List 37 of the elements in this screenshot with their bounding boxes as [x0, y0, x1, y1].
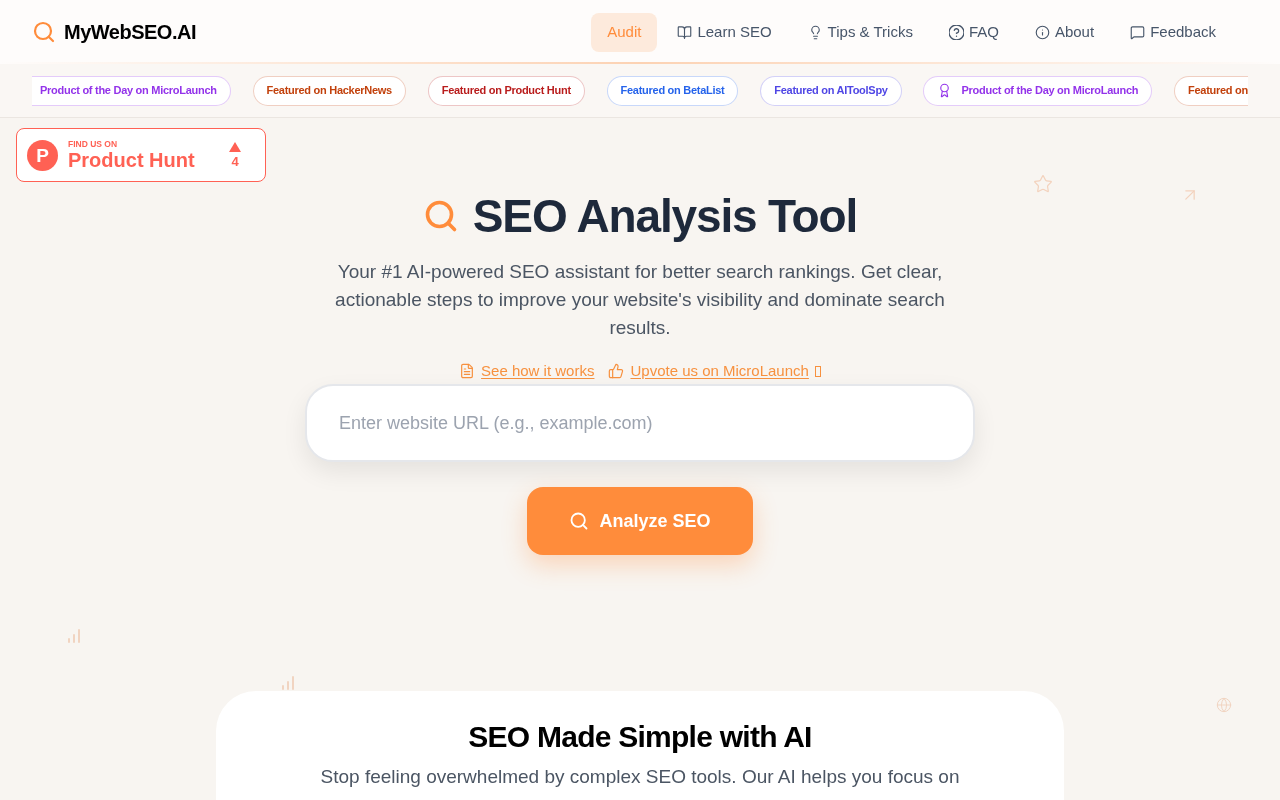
site-logo[interactable]: MyWebSEO.AI — [64, 17, 196, 47]
nav-link[interactable]: Learn SEO — [661, 12, 788, 52]
chat-bubble-icon — [1130, 24, 1146, 40]
eyebrow-text: FIND US ON — [68, 139, 119, 149]
url-input-field[interactable]: Enter website URL (e.g., example.com) — [305, 384, 975, 462]
search-icon — [569, 511, 590, 531]
featured-badge[interactable]: Featured on HackerNews — [252, 75, 406, 106]
search-logo-icon — [32, 20, 56, 44]
featured-badge[interactable]: Product of the Day on MicroLaunch — [923, 75, 1153, 106]
featured-badge[interactable]: Product of the Day on MicroLaunch — [32, 75, 231, 106]
featured-badge[interactable]: Featured on Product Hunt — [427, 75, 585, 106]
vote-count: 4 — [231, 154, 239, 169]
section-heading: SEO Made Simple with AI — [468, 719, 812, 755]
featured-badge[interactable]: Featured on — [1174, 75, 1248, 106]
page-title: SEO Analysis Tool — [472, 190, 858, 242]
info-icon — [1034, 24, 1050, 40]
nav-link[interactable]: FAQ — [932, 12, 1015, 52]
product-hunt-name: Product Hunt — [68, 149, 195, 171]
document-icon — [459, 363, 476, 379]
featured-badge[interactable]: Featured on BetaList — [606, 75, 739, 106]
thumbs-up-icon — [608, 363, 625, 379]
product-hunt-badge[interactable]: P FIND US ON Product Hunt 4 — [16, 128, 266, 182]
bar-chart-icon — [282, 676, 294, 690]
globe-icon — [1216, 697, 1232, 713]
star-icon — [1033, 174, 1053, 194]
nav-link[interactable]: Tips & Tricks — [791, 12, 929, 52]
missing-glyph-icon — [814, 365, 821, 377]
section-text: Stop feeling overwhelmed by complex SEO tools. Our AI helps you focus on — [320, 765, 960, 789]
featured-badge[interactable]: Featured on AIToolSpy — [760, 75, 902, 106]
hero-subtitle: Your #1 AI-powered SEO assistant for better search rankings. Get clear, actionable steps to improve your website's visibility and dominate search results. — [334, 260, 946, 340]
bar-chart-icon — [68, 629, 80, 643]
nav-link[interactable]: About — [1018, 12, 1111, 52]
book-icon — [677, 24, 693, 40]
triangle-up-icon — [229, 141, 241, 152]
nav-link[interactable]: Feedback — [1114, 12, 1232, 52]
help-icon — [948, 24, 964, 40]
logo-mark: P — [27, 139, 58, 171]
